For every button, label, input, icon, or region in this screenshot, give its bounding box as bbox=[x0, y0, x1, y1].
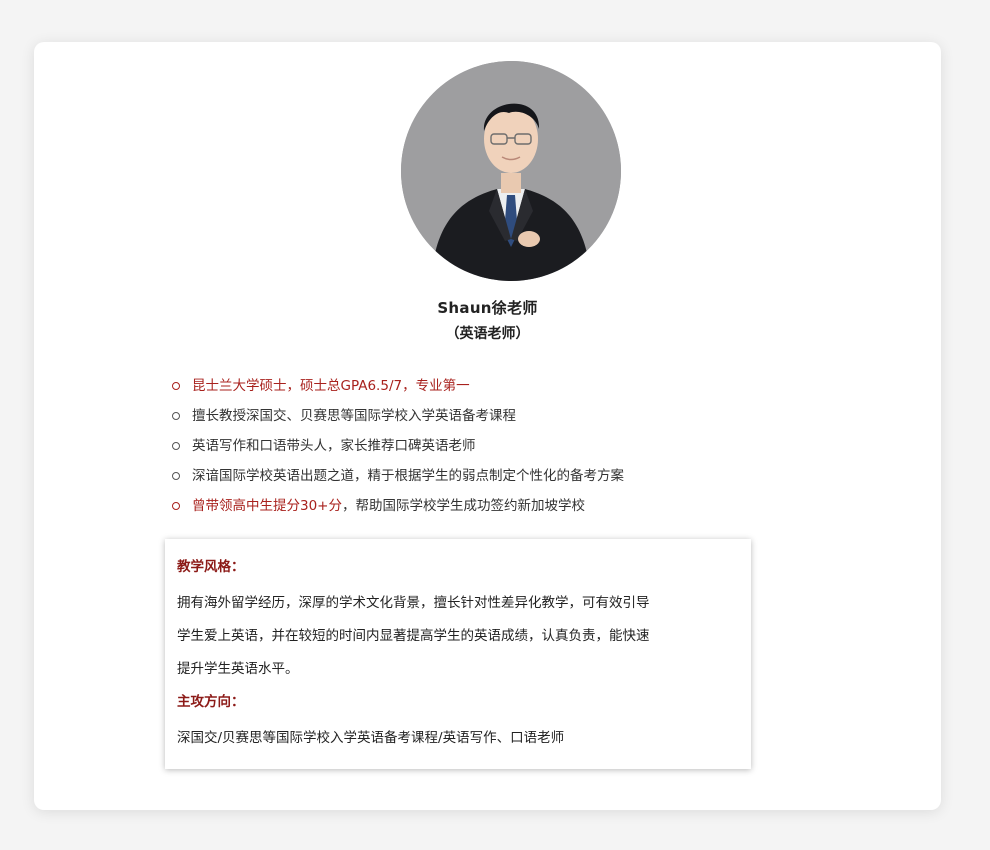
bullet-circle-icon bbox=[172, 442, 180, 450]
bullet-circle-icon bbox=[172, 382, 180, 390]
highlight-text: ，帮助国际学校学生成功签约新加坡学校 bbox=[342, 498, 585, 514]
teaching-style-text: 拥有海外留学经历，深厚的学术文化背景，擅长针对性差异化教学，可有效引导 学生爱上… bbox=[177, 587, 739, 686]
focus-direction-heading: 主攻方向： bbox=[177, 694, 245, 710]
teacher-portrait-icon bbox=[401, 61, 621, 281]
focus-direction-text: 深国交/贝赛思等国际学校入学英语备考课程/英语写作、口语老师 bbox=[177, 730, 565, 746]
highlight-item: 昆士兰大学硕士，硕士总GPA6.5/7，专业第一 bbox=[172, 375, 624, 405]
highlight-item: 英语写作和口语带头人，家长推荐口碑英语老师 bbox=[172, 435, 624, 465]
teaching-style-line: 学生爱上英语，并在较短的时间内显著提高学生的英语成绩，认真负责，能快速 bbox=[177, 628, 650, 644]
teacher-profile-card: Shaun徐老师 （英语老师） 昆士兰大学硕士，硕士总GPA6.5/7，专业第一… bbox=[34, 42, 941, 810]
bullet-circle-icon bbox=[172, 412, 180, 420]
teacher-avatar bbox=[401, 61, 621, 281]
teacher-role: （英语老师） bbox=[445, 326, 530, 342]
highlight-text: 深谙国际学校英语出题之道，精于根据学生的弱点制定个性化的备考方案 bbox=[192, 468, 624, 484]
highlight-item: 曾带领高中生提分30+分，帮助国际学校学生成功签约新加坡学校 bbox=[172, 495, 624, 525]
bullet-circle-icon bbox=[172, 502, 180, 510]
teaching-details-panel: 教学风格： 拥有海外留学经历，深厚的学术文化背景，擅长针对性差异化教学，可有效引… bbox=[165, 539, 751, 769]
highlight-text: 英语写作和口语带头人，家长推荐口碑英语老师 bbox=[192, 438, 476, 454]
teaching-style-heading: 教学风格： bbox=[177, 559, 245, 575]
highlight-item: 深谙国际学校英语出题之道，精于根据学生的弱点制定个性化的备考方案 bbox=[172, 465, 624, 495]
teaching-style-line: 拥有海外留学经历，深厚的学术文化背景，擅长针对性差异化教学，可有效引导 bbox=[177, 595, 650, 611]
highlight-text: 擅长教授深国交、贝赛思等国际学校入学英语备考课程 bbox=[192, 408, 516, 424]
highlight-item: 擅长教授深国交、贝赛思等国际学校入学英语备考课程 bbox=[172, 405, 624, 435]
highlight-emphasis: 昆士兰大学硕士，硕士总GPA6.5/7，专业第一 bbox=[192, 378, 470, 394]
highlight-emphasis: 曾带领高中生提分30+分 bbox=[192, 498, 342, 514]
teaching-style-line: 提升学生英语水平。 bbox=[177, 661, 299, 677]
highlights-list: 昆士兰大学硕士，硕士总GPA6.5/7，专业第一 擅长教授深国交、贝赛思等国际学… bbox=[172, 375, 624, 525]
bullet-circle-icon bbox=[172, 472, 180, 480]
teacher-name: Shaun徐老师 bbox=[437, 299, 538, 317]
